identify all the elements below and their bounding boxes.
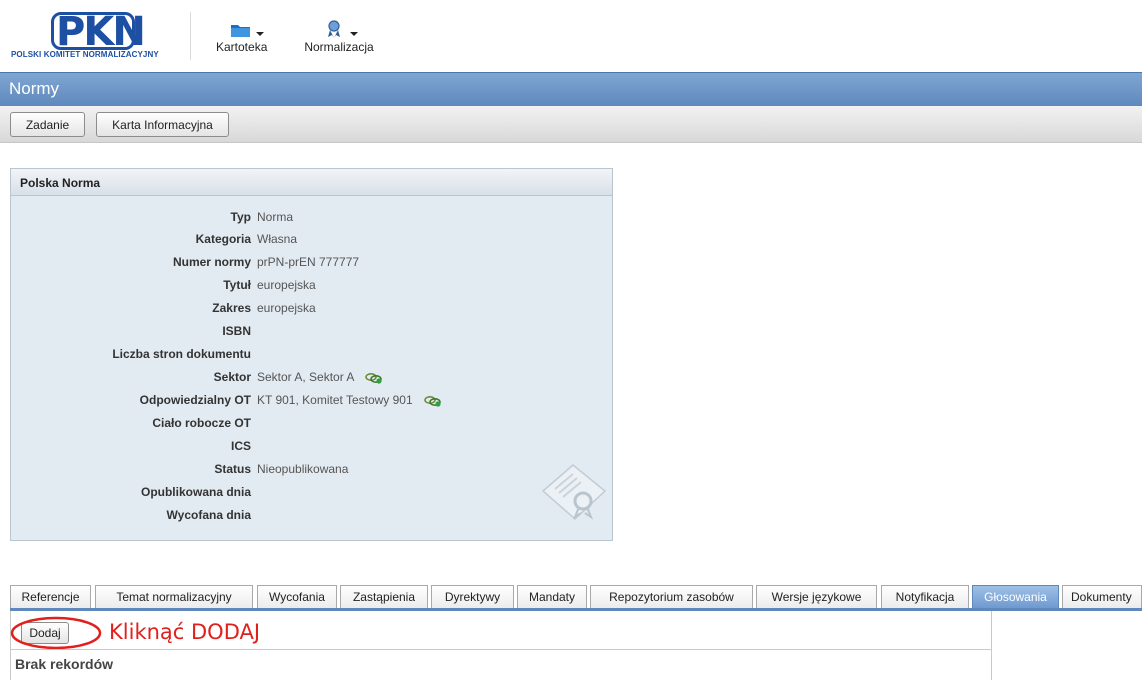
logo-text: POLSKI KOMITET NORMALIZACYJNY [11, 50, 159, 59]
field-label: Status [214, 462, 251, 476]
field-row: Odpowiedzialny OT KT 901, Komitet Testow… [11, 389, 611, 411]
field-row: Sektor Sektor A, Sektor A [11, 366, 611, 388]
field-value: prPN-prEN 777777 [257, 255, 360, 269]
folder-icon [220, 20, 264, 40]
tab-glosowania[interactable]: Głosowania [972, 585, 1059, 608]
field-label: Numer normy [172, 255, 251, 269]
menu-kartoteka[interactable]: Kartoteka [216, 20, 267, 54]
field-label: Typ [230, 210, 251, 224]
field-row: Status Nieopublikowana [11, 458, 611, 480]
field-label: Zakres [212, 301, 251, 315]
link-icon[interactable] [365, 372, 383, 384]
field-label: Opublikowana dnia [140, 485, 251, 499]
field-row: Liczba stron dokumentu [11, 343, 611, 365]
field-value: KT 901, Komitet Testowy 901 [257, 393, 413, 407]
tab-content: Dodaj Kliknąć DODAJ Brak rekordów [10, 611, 992, 680]
field-row: Zakres europejska [11, 297, 611, 319]
annotation-circle [10, 616, 102, 650]
panel-header: Polska Norma [11, 169, 612, 196]
field-value: Sektor A, Sektor A [257, 370, 354, 384]
field-label: Sektor [213, 370, 251, 384]
info-panel: Polska Norma Typ Norma Kategoria Własna … [10, 168, 613, 541]
chevron-down-icon [255, 32, 264, 36]
field-row: Opublikowana dnia [11, 481, 611, 503]
field-value: europejska [257, 301, 316, 315]
field-value: Norma [257, 210, 294, 224]
field-label: ISBN [222, 324, 251, 338]
page-title-bar: Normy [0, 72, 1142, 106]
pkn-logo: PKN POLSKI KOMITET NORMALIZACYJNY [11, 12, 181, 62]
field-row: Tytuł europejska [11, 274, 611, 296]
tab-zastapienia[interactable]: Zastąpienia [340, 585, 428, 608]
field-row: Kategoria Własna [11, 228, 611, 250]
field-label: Ciało robocze OT [152, 416, 251, 430]
field-value-wrap: KT 901, Komitet Testowy 901 [257, 393, 442, 407]
field-row: Ciało robocze OT [11, 412, 611, 434]
panel-title: Polska Norma [20, 176, 101, 190]
annotation-text: Kliknąć DODAJ [109, 620, 261, 644]
field-label: Odpowiedzialny OT [139, 393, 251, 407]
field-row: Numer normy prPN-prEN 777777 [11, 251, 611, 273]
tab-wersje-jezykowe[interactable]: Wersje językowe [756, 585, 877, 608]
header-divider [190, 12, 191, 60]
toolbar: Zadanie Karta Informacyjna [0, 106, 1142, 143]
menu-label: Normalizacja [304, 40, 374, 54]
field-row: ISBN [11, 320, 611, 342]
tab-repozytorium-zasobow[interactable]: Repozytorium zasobów [590, 585, 753, 608]
page-title: Normy [9, 79, 60, 98]
karta-informacyjna-button[interactable]: Karta Informacyjna [96, 112, 229, 137]
zadanie-button[interactable]: Zadanie [10, 112, 85, 137]
field-label: Wycofana dnia [166, 508, 251, 522]
empty-message: Brak rekordów [15, 656, 114, 672]
field-row: Typ Norma [11, 206, 611, 228]
tab-referencje[interactable]: Referencje [10, 585, 91, 608]
tab-dokumenty[interactable]: Dokumenty [1062, 585, 1142, 608]
ribbon-badge-icon [304, 20, 374, 40]
field-row: Wycofana dnia [11, 504, 611, 526]
field-label: ICS [230, 439, 251, 453]
field-label: Liczba stron dokumentu [112, 347, 251, 361]
tab-mandaty[interactable]: Mandaty [517, 585, 587, 608]
logo-mark: PKN [56, 9, 146, 55]
tab-notyfikacja[interactable]: Notyfikacja [881, 585, 969, 608]
menu-normalizacja[interactable]: Normalizacja [304, 20, 374, 54]
tab-temat-normalizacyjny[interactable]: Temat normalizacyjny [95, 585, 253, 608]
tab-dyrektywy[interactable]: Dyrektywy [431, 585, 514, 608]
field-value: Własna [257, 232, 298, 246]
field-row: ICS [11, 435, 611, 457]
link-icon[interactable] [424, 395, 442, 407]
field-value: europejska [257, 278, 316, 292]
field-value: Nieopublikowana [257, 462, 349, 476]
field-label: Tytuł [223, 278, 251, 292]
divider [11, 649, 991, 650]
field-label: Kategoria [195, 232, 251, 246]
menu-label: Kartoteka [216, 40, 268, 54]
tab-wycofania[interactable]: Wycofania [257, 585, 337, 608]
certificate-watermark-icon [541, 464, 607, 521]
field-value-wrap: Sektor A, Sektor A [257, 370, 383, 384]
chevron-down-icon [350, 32, 358, 36]
